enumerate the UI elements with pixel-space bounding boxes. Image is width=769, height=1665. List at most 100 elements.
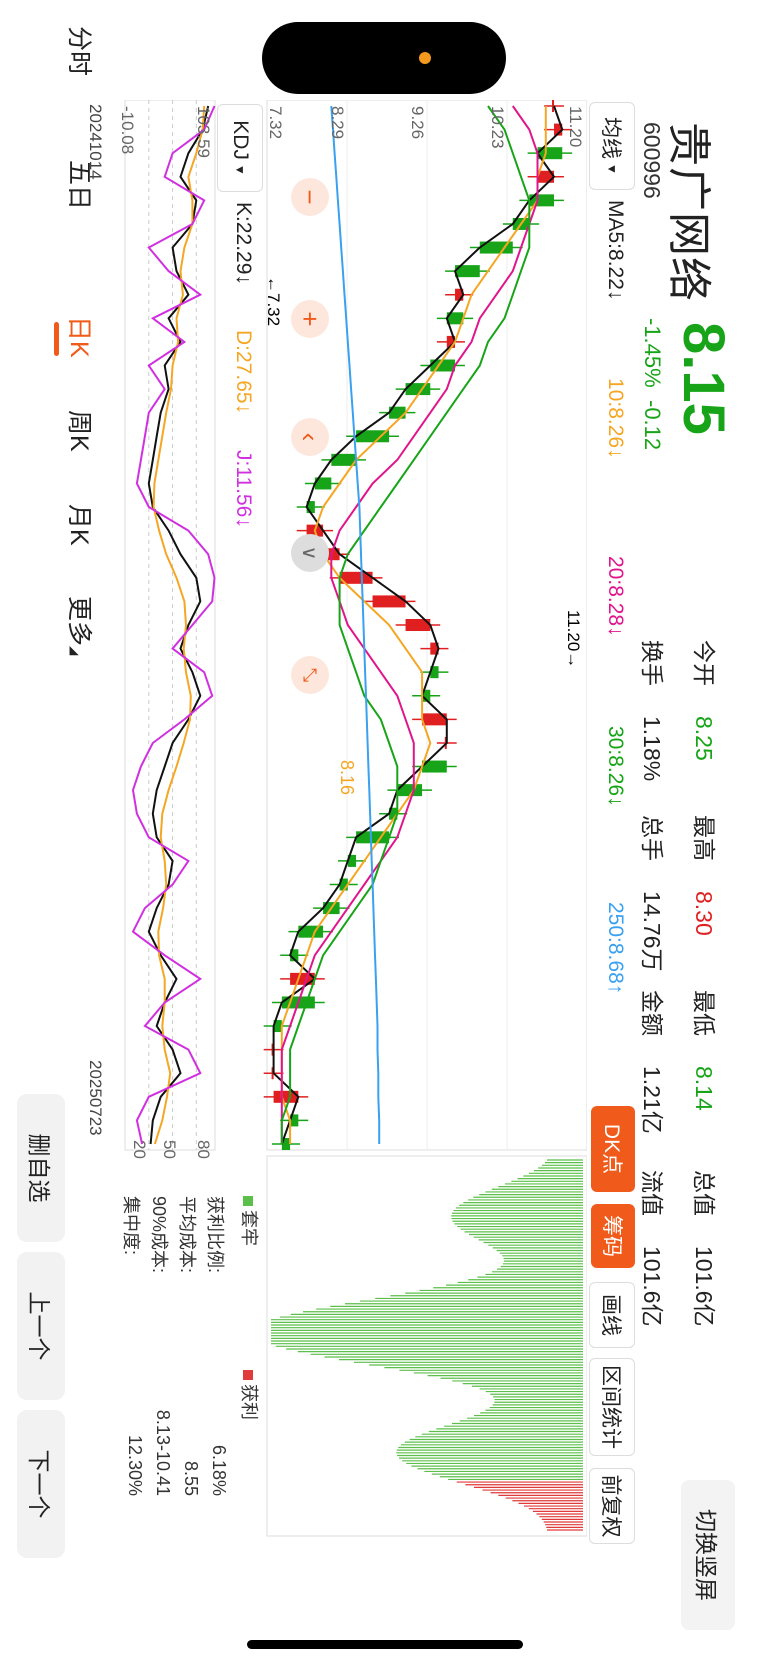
quote-stat-label: 最高: [691, 815, 717, 861]
quote-stat: 总值 101.6亿: [689, 1170, 723, 1327]
quote-stat-label: 换手: [639, 640, 665, 686]
ma-value: 10:8.26↓: [604, 378, 627, 459]
collapse-button[interactable]: ∨: [291, 534, 329, 572]
fullscreen-button[interactable]: ⤡: [291, 656, 329, 694]
quote-stat-value: 1.18%: [639, 716, 665, 782]
draw-line-label: 画线: [599, 1294, 622, 1336]
chip-stat-label: 90%成本:: [149, 1196, 169, 1274]
indicator-selector-button[interactable]: KDJ ▼: [217, 104, 263, 192]
chip-stat-row: 获利比例: 6.18%: [203, 1196, 229, 1496]
stock-name: 贵广网络: [664, 122, 713, 302]
quote-stat: 最高 8.30: [689, 815, 723, 936]
ma-value: 20:8.28↓: [604, 556, 627, 637]
next-stock-button[interactable]: 下一个: [17, 1410, 65, 1558]
tab-daily-k[interactable]: 日K: [63, 316, 99, 358]
expand-icon: ⤡: [300, 667, 321, 683]
kdj-axis-top: 103.59: [194, 106, 213, 158]
kdj-value: J:11.56↓: [232, 450, 255, 528]
tab-monthly-k[interactable]: 月K: [63, 504, 99, 546]
high-price-value: 11.20: [564, 610, 583, 652]
scroll-left-button[interactable]: ‹: [291, 418, 329, 456]
quote-stat-value: 8.25: [691, 716, 717, 761]
tab-more[interactable]: 更多◢: [63, 596, 99, 655]
quote-stat-value: 1.21亿: [639, 1066, 665, 1134]
chips-label: 筹码: [600, 1215, 623, 1257]
price-axis-label: 9.26: [408, 106, 427, 140]
dk-point-button[interactable]: DK点: [591, 1106, 635, 1192]
chip-stat-value: 8.13-10.41: [153, 1409, 173, 1496]
quote-stat: 流值 101.6亿: [637, 1170, 671, 1327]
chevron-down-icon: ∨: [298, 545, 321, 561]
chip-stat-row: 平均成本: 8.55: [175, 1196, 201, 1496]
price-axis-label: 11.20: [566, 106, 585, 148]
dropdown-icon: ▼: [233, 163, 247, 176]
quote-stat-value: 8.30: [691, 891, 717, 936]
zoom-out-button[interactable]: −: [291, 178, 329, 216]
active-tab-indicator: [54, 322, 59, 356]
change-percent: -1.45%: [640, 318, 665, 388]
price-adjust-button[interactable]: 前复权: [589, 1468, 635, 1544]
chip-stat-label: 平均成本:: [177, 1196, 197, 1274]
price-axis-label: 7.32: [266, 106, 285, 140]
zoom-in-button[interactable]: +: [291, 300, 329, 338]
range-stats-button[interactable]: 区间统计: [589, 1358, 635, 1456]
quote-stat-label: 流值: [639, 1170, 665, 1216]
stock-code: 600996: [639, 122, 665, 199]
price-axis-label: 10.23: [488, 106, 507, 149]
current-price: 8.15: [671, 322, 736, 435]
legend-trapped-label: 套牢: [239, 1210, 259, 1246]
ma-value: 250:8.68↑: [604, 902, 627, 995]
quote-stat: 总手 14.76万: [637, 815, 671, 972]
ma-selector-button[interactable]: 均线 ▼: [589, 102, 635, 190]
quote-stat-value: 14.76万: [639, 891, 665, 972]
mid-price-marker: 8.16: [337, 760, 357, 796]
ma-value: MA5:8.22↓: [604, 200, 627, 301]
arrow-right-icon: →: [564, 651, 583, 669]
kdj-ref-50: 50: [160, 1140, 179, 1159]
ma-value: 30:8.26↓: [604, 726, 627, 807]
chips-button[interactable]: 筹码: [591, 1204, 635, 1268]
change-amount: -0.12: [640, 400, 665, 451]
kdj-ref-20: 20: [130, 1140, 149, 1159]
quote-stat-value: 8.14: [691, 1066, 717, 1111]
chip-stat-label: 集中度:: [121, 1196, 141, 1256]
low-price-marker: ←7.32: [263, 276, 283, 326]
candle-body: [552, 100, 555, 112]
quote-stat-value: 101.6亿: [639, 1246, 665, 1327]
price-axis-label: 8.29: [328, 106, 347, 140]
kdj-value: D:27.65↓: [232, 330, 255, 415]
landscape-stage: 贵广网络 600996 8.15 -1.45% -0.12 今开 8.25 最高 8.…: [0, 0, 769, 1665]
chip-stat-value: 6.18%: [209, 1444, 229, 1496]
tab-intraday[interactable]: 分时: [63, 26, 99, 76]
switch-portrait-button[interactable]: 切换竖屏: [681, 1480, 735, 1630]
trapped-swatch: [243, 1196, 253, 1206]
legend-profit: 获利: [237, 1370, 263, 1420]
quote-stat-label: 金额: [639, 990, 665, 1036]
high-price-marker: 11.20→: [563, 610, 583, 668]
chip-stat-label: 获利比例:: [205, 1196, 225, 1274]
plus-icon: +: [295, 311, 326, 327]
quote-stat: 换手 1.18%: [637, 640, 671, 781]
range-stats-label: 区间统计: [599, 1365, 622, 1449]
minus-icon: −: [295, 189, 326, 205]
profit-swatch: [243, 1370, 253, 1380]
kdj-axis-bottom: -10.08: [118, 106, 137, 155]
quote-stat: 最低 8.14: [689, 990, 723, 1111]
caret-icon: ◢: [68, 646, 82, 656]
legend-profit-label: 获利: [239, 1384, 259, 1420]
quote-stat-label: 今开: [691, 640, 717, 686]
tab-weekly-k[interactable]: 周K: [63, 410, 99, 452]
quote-stat-value: 101.6亿: [691, 1246, 717, 1327]
ma-selector-label: 均线: [599, 117, 622, 160]
previous-stock-button[interactable]: 上一个: [17, 1252, 65, 1400]
low-price-value: 7.32: [264, 293, 283, 327]
tab-five-day[interactable]: 五日: [63, 160, 99, 210]
legend-trapped: 套牢: [237, 1196, 263, 1246]
chip-stat-value: 12.30%: [125, 1434, 145, 1496]
kdj-ref-80: 80: [194, 1140, 213, 1159]
quote-stat-label: 总值: [691, 1170, 717, 1216]
remove-watchlist-button[interactable]: 删自选: [17, 1094, 65, 1242]
draw-line-button[interactable]: 画线: [589, 1282, 635, 1348]
dropdown-icon: ▼: [605, 163, 619, 175]
ma-line-250: [330, 105, 381, 1144]
